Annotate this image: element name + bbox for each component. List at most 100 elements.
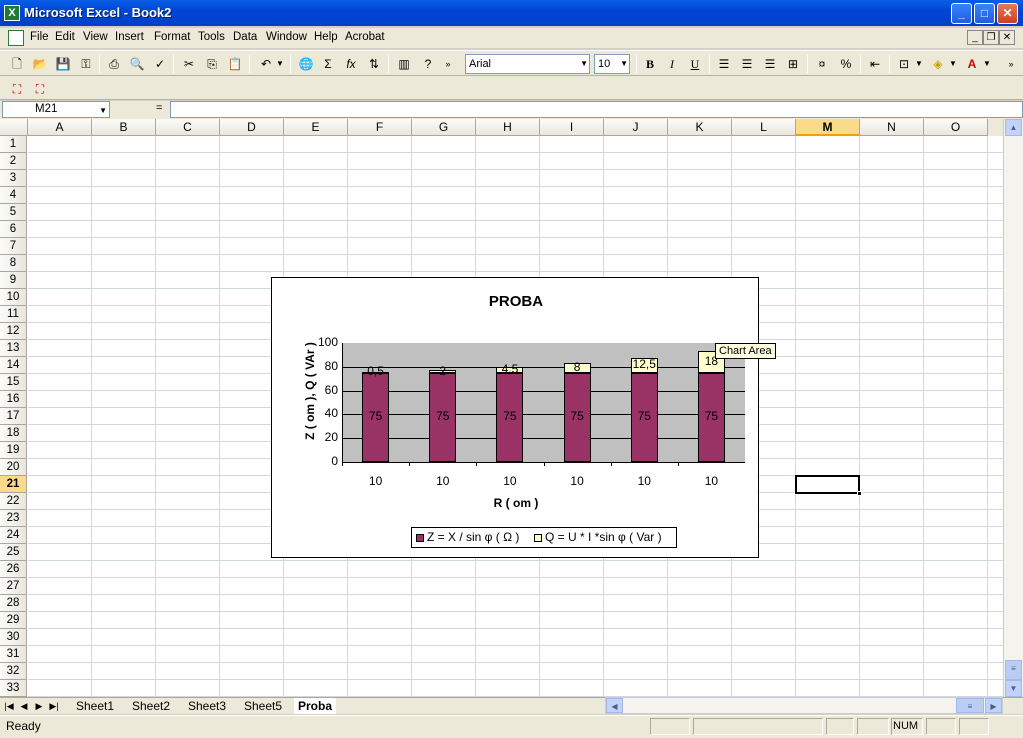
row-header-15[interactable]: 15 — [0, 374, 27, 391]
doc-minimize-button[interactable]: _ — [967, 30, 983, 45]
doc-close-button[interactable]: ✕ — [999, 30, 1015, 45]
doc-restore-button[interactable]: ❐ — [983, 30, 999, 45]
row-header-31[interactable]: 31 — [0, 646, 27, 663]
save-icon[interactable]: 💾 — [53, 54, 73, 74]
row-header-18[interactable]: 18 — [0, 425, 27, 442]
row-header-9[interactable]: 9 — [0, 272, 27, 289]
sort-ascending-icon[interactable]: ⇅ — [364, 54, 384, 74]
row-header-32[interactable]: 32 — [0, 663, 27, 680]
autosum-icon[interactable]: Σ — [318, 54, 338, 74]
tab-sheet1[interactable]: Sheet1 — [72, 698, 118, 714]
close-button[interactable]: ✕ — [997, 3, 1018, 24]
row-header-14[interactable]: 14 — [0, 357, 27, 374]
row-header-23[interactable]: 23 — [0, 510, 27, 527]
column-header-f[interactable]: F — [348, 119, 412, 136]
active-cell[interactable] — [795, 475, 860, 494]
menu-view[interactable]: View — [83, 31, 108, 43]
menu-acrobat[interactable]: Acrobat — [345, 31, 385, 43]
percent-button[interactable]: % — [836, 54, 856, 74]
row-header-10[interactable]: 10 — [0, 289, 27, 306]
menu-edit[interactable]: Edit — [55, 31, 75, 43]
borders-dropdown-icon[interactable]: ▼ — [914, 54, 924, 74]
row-header-17[interactable]: 17 — [0, 408, 27, 425]
prev-sheet-icon[interactable]: ◀ — [18, 699, 30, 713]
column-header-n[interactable]: N — [860, 119, 924, 136]
cut-icon[interactable]: ✂ — [179, 54, 199, 74]
font-color-icon[interactable]: A — [962, 54, 982, 74]
next-sheet-icon[interactable]: ▶ — [33, 699, 45, 713]
scroll-up-icon[interactable]: ▲ — [1005, 119, 1022, 136]
row-header-28[interactable]: 28 — [0, 595, 27, 612]
tab-proba[interactable]: Proba — [294, 698, 337, 714]
hscroll-thumb[interactable]: ≡ — [956, 698, 984, 713]
menu-format[interactable]: Format — [154, 31, 190, 43]
font-color-dropdown-icon[interactable]: ▼ — [982, 54, 992, 74]
row-header-24[interactable]: 24 — [0, 527, 27, 544]
x-axis-title[interactable]: R ( om ) — [272, 496, 760, 510]
row-header-22[interactable]: 22 — [0, 493, 27, 510]
decrease-indent-icon[interactable]: ⇤ — [865, 54, 885, 74]
menu-insert[interactable]: Insert — [115, 31, 144, 43]
spelling-icon[interactable]: ✓ — [150, 54, 170, 74]
undo-dropdown-icon[interactable]: ▼ — [275, 54, 285, 74]
menu-data[interactable]: Data — [233, 31, 257, 43]
column-header-m[interactable]: M — [796, 119, 860, 136]
row-header-16[interactable]: 16 — [0, 391, 27, 408]
scroll-right-icon[interactable]: ▶ — [985, 698, 1002, 713]
row-header-12[interactable]: 12 — [0, 323, 27, 340]
workbook-icon[interactable] — [8, 30, 24, 46]
column-header-b[interactable]: B — [92, 119, 156, 136]
column-header-g[interactable]: G — [412, 119, 476, 136]
row-header-21[interactable]: 21 — [0, 476, 27, 493]
column-header-l[interactable]: L — [732, 119, 796, 136]
italic-button[interactable]: I — [662, 54, 682, 74]
borders-icon[interactable]: ⊡ — [894, 54, 914, 74]
column-header-h[interactable]: H — [476, 119, 540, 136]
legend[interactable]: Z = X / sin φ ( Ω ) Q = U * I *sin φ ( V… — [411, 527, 677, 548]
minimize-button[interactable]: _ — [951, 3, 972, 24]
excel-app-icon[interactable]: X — [4, 5, 20, 21]
underline-button[interactable]: U — [685, 54, 705, 74]
menu-tools[interactable]: Tools — [198, 31, 225, 43]
row-header-25[interactable]: 25 — [0, 544, 27, 561]
copy-icon[interactable]: ⎘ — [202, 54, 222, 74]
row-header-19[interactable]: 19 — [0, 442, 27, 459]
column-header-i[interactable]: I — [540, 119, 604, 136]
scroll-thumb[interactable]: ≡ — [1005, 660, 1022, 680]
insert-function-icon[interactable]: fx — [341, 54, 361, 74]
row-header-6[interactable]: 6 — [0, 221, 27, 238]
tab-sheet3[interactable]: Sheet3 — [184, 698, 230, 714]
chart-area[interactable]: PROBA Z ( om ), Q ( VAr ) R ( om ) Z = X… — [271, 277, 759, 558]
bold-button[interactable]: B — [640, 54, 660, 74]
row-header-29[interactable]: 29 — [0, 612, 27, 629]
help-icon[interactable]: ? — [418, 54, 438, 74]
last-sheet-icon[interactable]: ▶| — [48, 699, 60, 713]
column-header-c[interactable]: C — [156, 119, 220, 136]
row-header-20[interactable]: 20 — [0, 459, 27, 476]
row-header-13[interactable]: 13 — [0, 340, 27, 357]
horizontal-scrollbar[interactable]: ◀ ≡ ▶ — [605, 697, 1003, 714]
column-header-d[interactable]: D — [220, 119, 284, 136]
row-header-7[interactable]: 7 — [0, 238, 27, 255]
new-icon[interactable]: 🗋 — [7, 54, 27, 74]
select-all-button[interactable] — [0, 119, 28, 136]
menu-file[interactable]: File — [30, 31, 49, 43]
print-preview-icon[interactable]: 🔍 — [127, 54, 147, 74]
tab-sheet5[interactable]: Sheet5 — [240, 698, 286, 714]
align-center-icon[interactable]: ☰ — [737, 54, 757, 74]
undo-icon[interactable]: ↶ — [256, 54, 276, 74]
row-header-11[interactable]: 11 — [0, 306, 27, 323]
currency-icon[interactable]: ¤ — [812, 54, 832, 74]
row-header-33[interactable]: 33 — [0, 680, 27, 697]
scroll-down-icon[interactable]: ▼ — [1005, 680, 1022, 697]
row-header-8[interactable]: 8 — [0, 255, 27, 272]
scroll-left-icon[interactable]: ◀ — [606, 698, 623, 713]
maximize-button[interactable]: □ — [974, 3, 995, 24]
row-header-30[interactable]: 30 — [0, 629, 27, 646]
open-icon[interactable]: 📂 — [30, 54, 50, 74]
tab-sheet2[interactable]: Sheet2 — [128, 698, 174, 714]
vertical-scrollbar[interactable]: ▲ ≡ ▼ — [1003, 119, 1023, 697]
convert-and-email-icon[interactable]: ⛶ — [30, 79, 50, 99]
column-header-o[interactable]: O — [924, 119, 988, 136]
row-header-3[interactable]: 3 — [0, 170, 27, 187]
